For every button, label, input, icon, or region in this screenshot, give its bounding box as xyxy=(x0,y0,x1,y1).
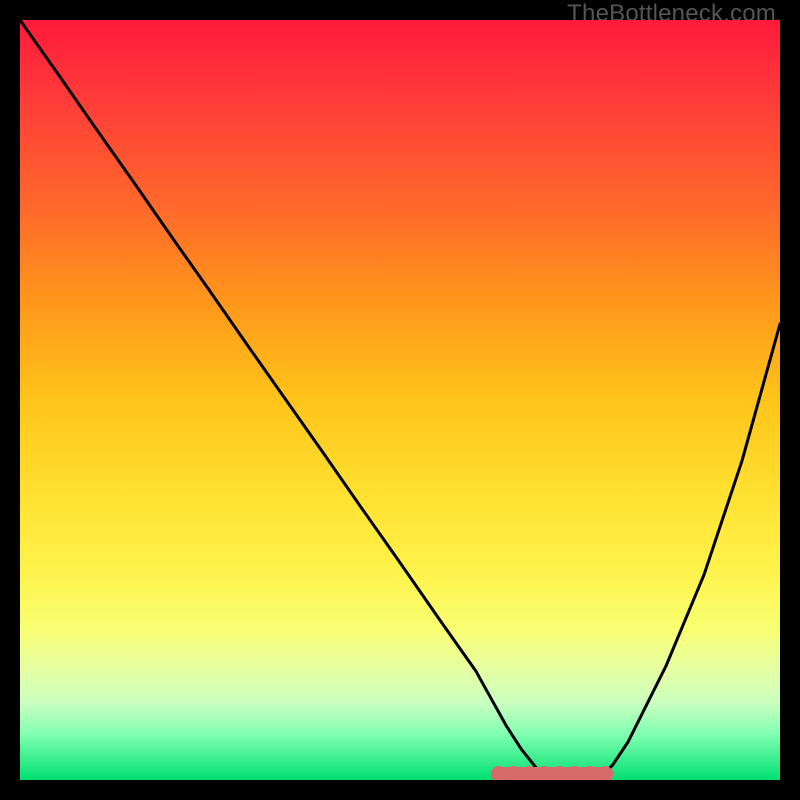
chart-frame: TheBottleneck.com xyxy=(0,0,800,800)
plot-area xyxy=(20,20,780,780)
optimal-range-markers xyxy=(491,766,613,780)
chart-svg xyxy=(20,20,780,780)
bottleneck-curve xyxy=(20,20,780,780)
